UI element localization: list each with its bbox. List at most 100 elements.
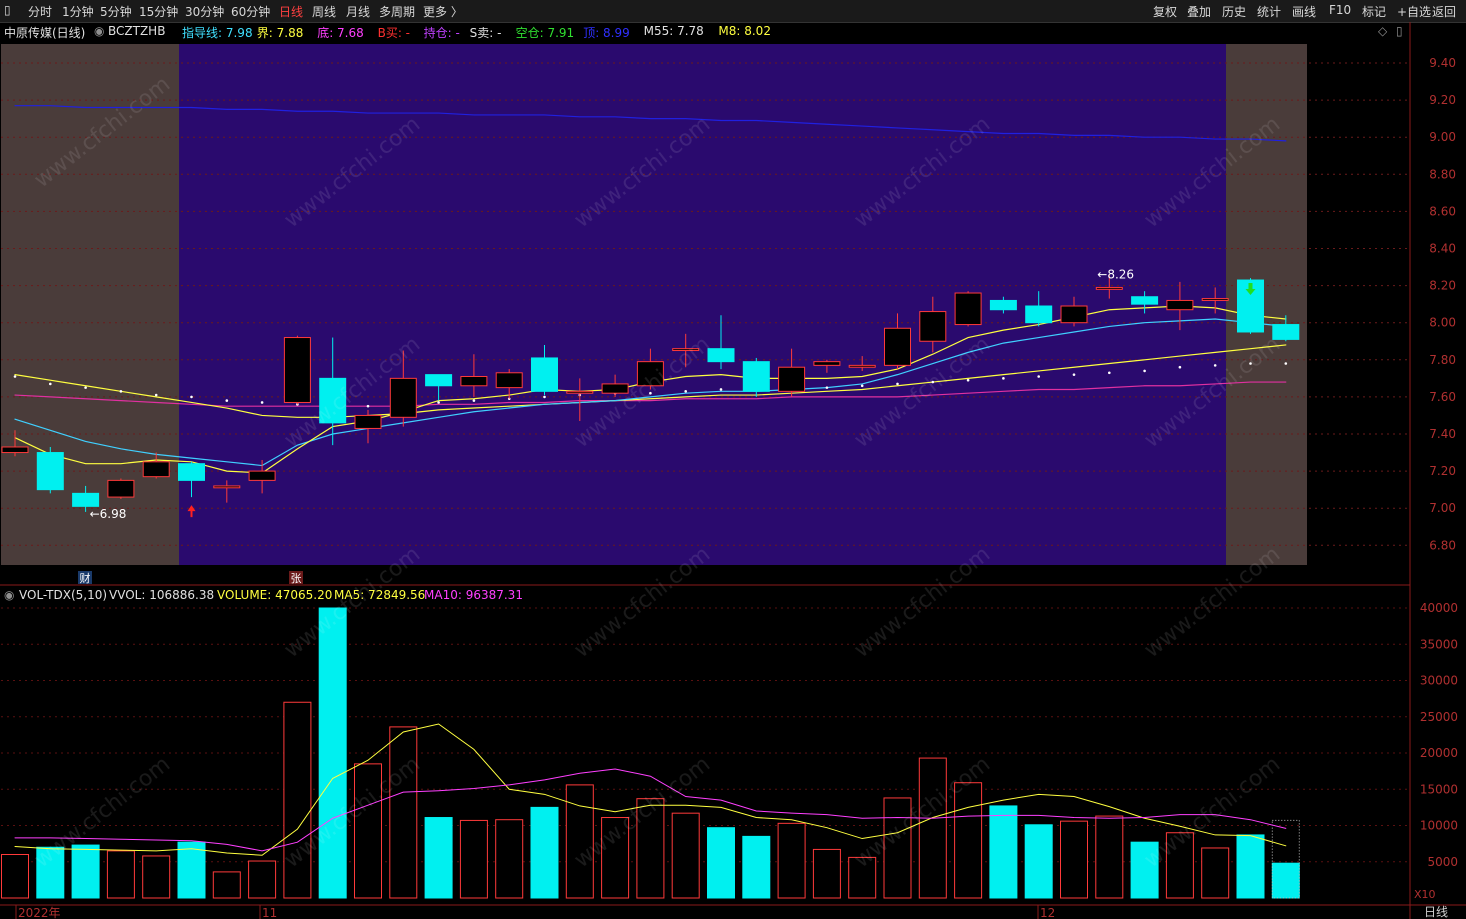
candle: [989, 299, 1017, 311]
volume-bar: [1201, 847, 1230, 899]
vol-y-tick-label: 25000: [1420, 710, 1458, 724]
vol-y-tick-label: 5000: [1427, 855, 1458, 869]
m55-dot: [13, 375, 17, 378]
m55-dot: [190, 395, 193, 399]
m55-dot: [966, 378, 970, 382]
candle: [460, 375, 488, 387]
volume-bar: [777, 822, 806, 899]
vol-y-tick-label: 10000: [1420, 819, 1458, 833]
volume-bar: [1271, 862, 1300, 899]
volume-bar: [636, 798, 665, 899]
y-tick-label: 7.80: [1429, 353, 1456, 367]
y-tick-label: 8.80: [1429, 167, 1456, 181]
volume-bar: [812, 848, 841, 899]
volume-bar: [212, 871, 241, 899]
m55-dot: [649, 391, 652, 395]
volume-bar: [283, 701, 312, 899]
candle: [707, 348, 735, 363]
volume-bar: [742, 835, 771, 899]
candle: [248, 470, 276, 481]
volume-bar: [142, 855, 171, 899]
candle: [742, 361, 770, 392]
vol-y-tick-label: 20000: [1420, 746, 1458, 760]
candle: [1201, 298, 1229, 301]
volume-bar: [1024, 824, 1053, 899]
candle: [72, 492, 100, 507]
volume-bar: [565, 784, 594, 899]
candle: [495, 372, 523, 389]
m55-dot: [1143, 369, 1146, 373]
y-tick-label: 7.20: [1429, 464, 1456, 478]
volume-bar: [36, 846, 65, 899]
candle: [1131, 296, 1159, 305]
high-price-label: ←8.26: [1097, 267, 1134, 281]
volume-bar: [1060, 820, 1088, 899]
volume-bar: [495, 819, 524, 899]
m55-dot: [49, 382, 52, 386]
m55-dot: [1108, 371, 1111, 375]
y-tick-label: 8.40: [1429, 242, 1456, 256]
candle: [1272, 324, 1300, 340]
y-tick-label: 9.20: [1429, 93, 1456, 107]
m55-dot: [1178, 365, 1182, 369]
volume-bar: [354, 763, 382, 899]
m55-dot: [543, 395, 546, 399]
volume-bar: [601, 817, 630, 899]
candle: [1025, 305, 1053, 324]
m55-dot: [1213, 364, 1217, 367]
date-label: 2022年: [18, 906, 61, 919]
m55-dot: [1284, 362, 1288, 365]
m55-dot: [437, 401, 440, 404]
volume-bar: [389, 726, 418, 899]
m55-dot: [260, 401, 264, 404]
cai-tag: 财: [80, 571, 91, 585]
candle: [354, 414, 382, 429]
candle: [919, 311, 947, 342]
candle: [178, 463, 205, 481]
date-label: 12: [1040, 906, 1055, 919]
volume-bar: [1165, 832, 1194, 899]
volume-bar: [671, 812, 700, 899]
candle: [531, 357, 558, 392]
candle: [142, 461, 170, 478]
candle: [1, 446, 29, 454]
y-tick-label: 8.20: [1429, 279, 1456, 293]
y-tick-label: 7.40: [1429, 427, 1456, 441]
m55-dot: [154, 393, 158, 397]
m55-dot: [472, 399, 476, 402]
period-label: 日线: [1424, 905, 1448, 919]
m55-dot: [684, 390, 687, 393]
m55-dot: [366, 404, 370, 408]
volume-bar: [883, 797, 912, 899]
y-tick-label: 9.00: [1429, 130, 1456, 144]
m55-dot: [119, 390, 123, 393]
m55-dot: [896, 382, 899, 386]
candle: [601, 383, 629, 394]
candle: [954, 292, 982, 326]
candle: [778, 366, 806, 392]
volume-bar: [459, 819, 488, 899]
volume-bar: [1236, 834, 1265, 899]
volume-bar: [177, 841, 206, 899]
volume-bar: [424, 817, 453, 899]
candle: [36, 452, 64, 491]
y-tick-label: 8.60: [1429, 204, 1456, 218]
candle: [848, 364, 876, 368]
candle: [672, 348, 700, 352]
y-tick-label: 8.00: [1429, 316, 1456, 330]
m55-dot: [1002, 377, 1005, 380]
volume-bar: [318, 607, 347, 899]
volume-bar: [248, 860, 277, 899]
volume-bar: [530, 806, 559, 899]
x10-label: X10: [1414, 888, 1436, 901]
low-price-label: ←6.98: [90, 507, 127, 521]
candle: [389, 377, 417, 418]
candle: [1060, 305, 1088, 324]
candle: [283, 337, 311, 403]
volume-bar: [989, 805, 1018, 899]
volume-bar: [848, 856, 877, 899]
volume-bar: [1095, 815, 1124, 899]
candle: [319, 377, 347, 424]
candle: [566, 390, 594, 394]
stock-chart[interactable]: 9.40 9.20 9.00 8.80 8.60 8.40 8.20 8.00 7.80 7.60…: [0, 0, 1466, 919]
